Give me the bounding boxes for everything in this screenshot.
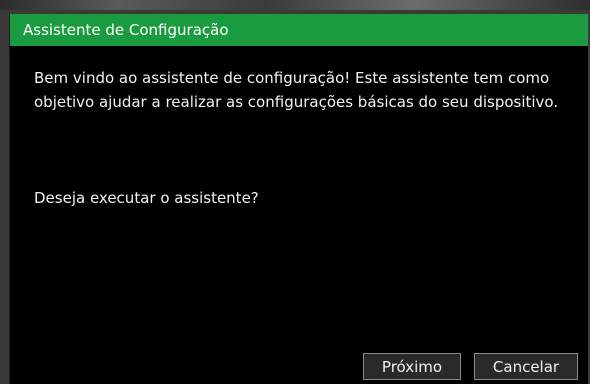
wizard-question: Deseja executar o assistente? xyxy=(34,189,259,207)
dialog-title: Assistente de Configuração xyxy=(10,14,588,46)
cancel-button[interactable]: Cancelar xyxy=(474,353,578,380)
setup-wizard-dialog: Assistente de Configuração Bem vindo ao … xyxy=(9,14,588,384)
background-strip xyxy=(0,0,590,10)
next-button[interactable]: Próximo xyxy=(363,353,461,380)
welcome-message: Bem vindo ao assistente de configuração!… xyxy=(34,69,559,111)
